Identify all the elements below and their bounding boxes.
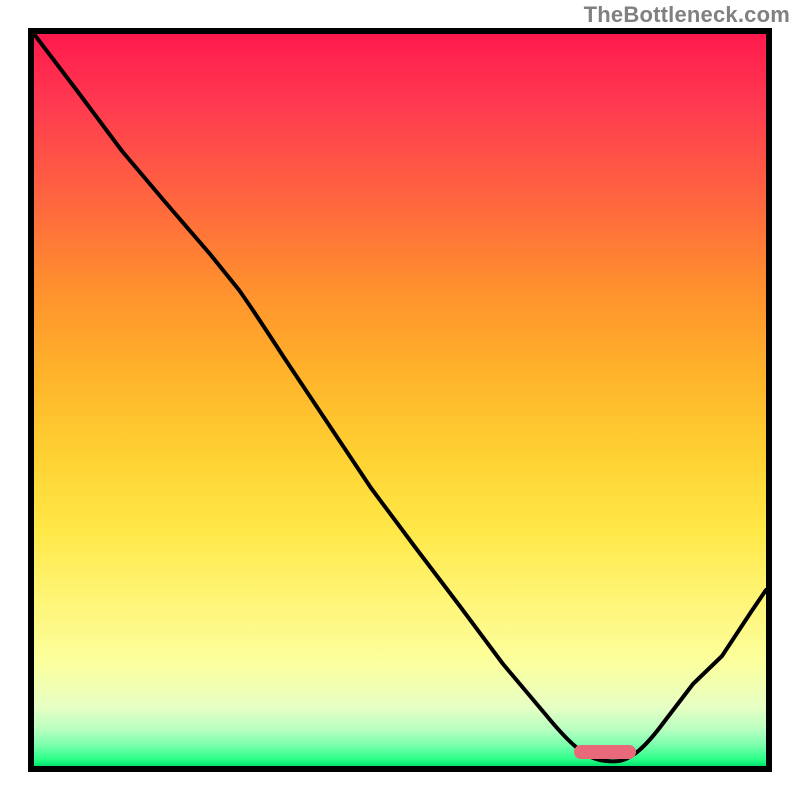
plot-area — [28, 28, 772, 772]
watermark-text: TheBottleneck.com — [584, 2, 790, 28]
bottleneck-curve — [34, 34, 766, 766]
optimal-marker — [574, 745, 636, 759]
chart-container: TheBottleneck.com — [0, 0, 800, 800]
